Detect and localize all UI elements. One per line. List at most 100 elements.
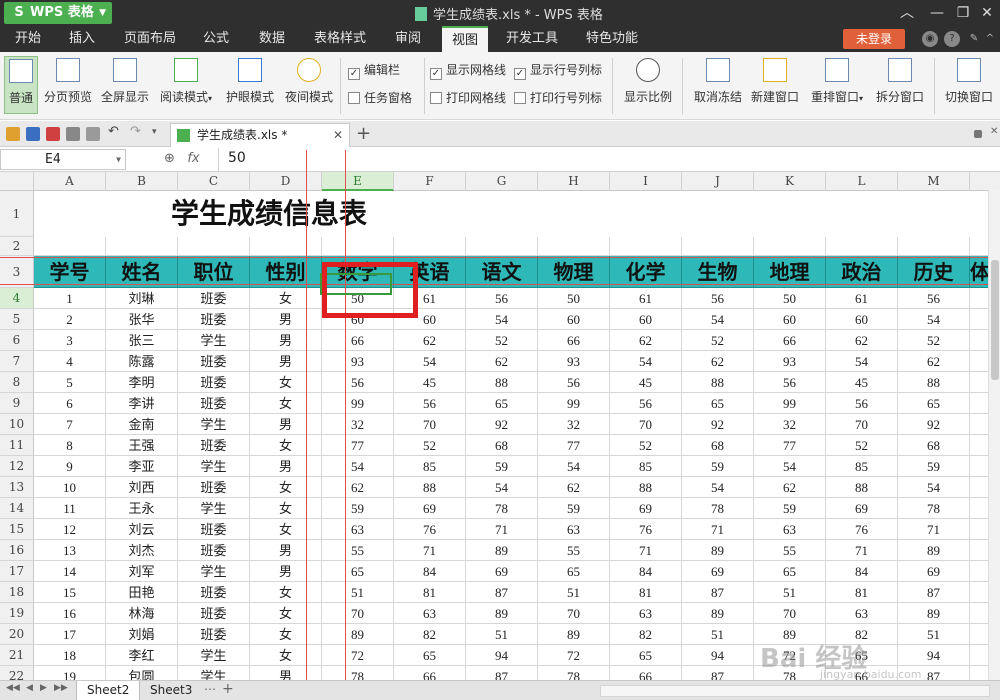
cell[interactable]: 62 [466, 351, 538, 372]
cell[interactable]: 56 [754, 372, 826, 393]
cell[interactable]: 15 [34, 582, 106, 603]
cell[interactable] [466, 237, 538, 256]
cell[interactable]: 54 [754, 456, 826, 477]
save-icon[interactable] [26, 127, 40, 141]
column-header-c[interactable]: C [178, 172, 250, 191]
cell[interactable]: 52 [826, 435, 898, 456]
row-header[interactable]: 20 [0, 624, 34, 645]
row-header[interactable]: 11 [0, 435, 34, 456]
cell[interactable]: 62 [394, 330, 466, 351]
cell[interactable]: 88 [466, 372, 538, 393]
cell[interactable]: 88 [610, 477, 682, 498]
ribbon-collapse-icon[interactable]: ^ [982, 31, 998, 47]
cell[interactable]: 班委 [178, 372, 250, 393]
cell[interactable] [178, 237, 250, 256]
cell[interactable]: 70 [826, 414, 898, 435]
sheet-tab-sheet2[interactable]: Sheet2 [76, 681, 141, 700]
cell[interactable]: 65 [466, 393, 538, 414]
split-window-button[interactable]: 拆分窗口 [872, 56, 928, 114]
last-sheet-icon[interactable]: ▶▶ [54, 683, 68, 693]
app-menu-button[interactable]: S WPS 表格 ▼ [4, 2, 112, 24]
cell[interactable]: 85 [394, 456, 466, 477]
cell[interactable]: 13 [34, 540, 106, 561]
scrollbar-thumb[interactable] [991, 260, 999, 380]
column-header-j[interactable]: J [682, 172, 754, 191]
cell[interactable]: 65 [538, 561, 610, 582]
cell[interactable]: 学生 [178, 456, 250, 477]
cell[interactable]: 59 [898, 456, 970, 477]
cell[interactable]: 89 [898, 603, 970, 624]
cell[interactable]: 学生 [178, 666, 250, 680]
close-tab-icon[interactable]: ✕ [333, 124, 343, 146]
cell[interactable]: 18 [34, 645, 106, 666]
column-header-f[interactable]: F [394, 172, 466, 191]
row-header[interactable]: 8 [0, 372, 34, 393]
cell[interactable] [970, 288, 990, 309]
minimize-button[interactable]: — [924, 3, 950, 23]
cell[interactable]: 76 [826, 519, 898, 540]
cell[interactable]: 李讲 [106, 393, 178, 414]
new-window-button[interactable]: 新建窗口 [748, 56, 802, 114]
column-header-i[interactable]: I [610, 172, 682, 191]
cell[interactable]: 11 [34, 498, 106, 519]
cell[interactable]: 82 [394, 624, 466, 645]
cell[interactable]: 59 [682, 456, 754, 477]
cell[interactable]: 70 [394, 414, 466, 435]
name-box[interactable]: E4 ▼ [0, 149, 126, 170]
cell[interactable]: 51 [754, 582, 826, 603]
cell[interactable] [970, 603, 990, 624]
skin-icon[interactable]: ◉ [922, 31, 938, 47]
cell[interactable]: 52 [682, 330, 754, 351]
row-header[interactable]: 19 [0, 603, 34, 624]
cell[interactable] [970, 456, 990, 477]
cell[interactable] [970, 414, 990, 435]
cell[interactable]: 89 [682, 603, 754, 624]
cell[interactable]: 刘云 [106, 519, 178, 540]
cell[interactable]: 班委 [178, 540, 250, 561]
cell[interactable]: 14 [34, 561, 106, 582]
cell[interactable]: 99 [538, 393, 610, 414]
cell[interactable]: 89 [898, 540, 970, 561]
cell[interactable]: 54 [898, 309, 970, 330]
sheet-title[interactable]: 学生成绩信息表 [34, 191, 1000, 237]
column-header-g[interactable]: G [466, 172, 538, 191]
document-tab[interactable]: 学生成绩表.xls * ✕ [170, 123, 350, 147]
cell[interactable] [898, 237, 970, 256]
cell[interactable]: 72 [538, 645, 610, 666]
cell[interactable]: 60 [754, 309, 826, 330]
cell[interactable]: 4 [34, 351, 106, 372]
cell[interactable]: 85 [610, 456, 682, 477]
cell[interactable]: 88 [394, 477, 466, 498]
row-header[interactable]: 5 [0, 309, 34, 330]
cell[interactable]: 56 [466, 288, 538, 309]
cell[interactable]: 59 [538, 498, 610, 519]
cell[interactable]: 81 [610, 582, 682, 603]
cell[interactable]: 陈露 [106, 351, 178, 372]
column-header-k[interactable]: K [754, 172, 826, 191]
print-headings-checkbox[interactable]: 打印行号列标 [514, 90, 602, 106]
cell[interactable]: 69 [682, 561, 754, 582]
cell[interactable]: 94 [466, 645, 538, 666]
arrange-windows-button[interactable]: 重排窗口▾ [806, 56, 868, 114]
menu-table-style[interactable]: 表格样式 [308, 26, 372, 52]
print-gridlines-checkbox[interactable]: 打印网格线 [430, 90, 506, 106]
cell[interactable]: 李明 [106, 372, 178, 393]
close-doc-icon[interactable]: ✕ [990, 126, 1000, 140]
cell[interactable]: 54 [898, 477, 970, 498]
add-sheet-icon[interactable]: + [222, 681, 234, 697]
menu-review[interactable]: 审阅 [388, 26, 428, 52]
cell[interactable]: 54 [682, 477, 754, 498]
cell[interactable] [970, 540, 990, 561]
cell[interactable]: 93 [754, 351, 826, 372]
more-sheets-icon[interactable]: ⋯ [204, 682, 216, 696]
cell[interactable]: 70 [610, 414, 682, 435]
show-gridlines-checkbox[interactable]: ✓ 显示网格线 [430, 62, 506, 80]
cell[interactable] [106, 237, 178, 256]
cell[interactable]: 84 [394, 561, 466, 582]
cell[interactable]: 89 [466, 540, 538, 561]
cell[interactable] [970, 477, 990, 498]
cell[interactable]: 71 [610, 540, 682, 561]
cell[interactable]: 62 [538, 477, 610, 498]
cell[interactable]: 92 [682, 414, 754, 435]
horizontal-scrollbar[interactable] [600, 685, 990, 697]
